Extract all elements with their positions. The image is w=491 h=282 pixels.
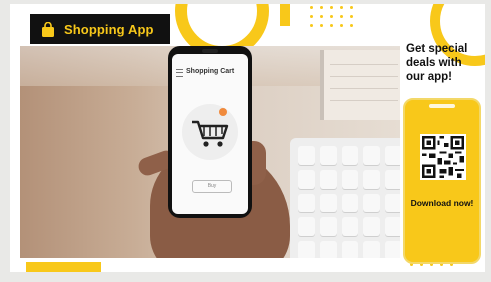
phone-mockup: Shopping Cart Buy: [168, 46, 252, 218]
shopping-bag-icon: [42, 21, 54, 37]
shopping-cart-icon: [192, 120, 229, 147]
decor-dots-top: [310, 6, 354, 27]
notebook: [320, 50, 400, 120]
keyboard: [290, 138, 400, 258]
phone-notch: [202, 49, 218, 53]
download-card[interactable]: Download now!: [403, 98, 481, 264]
hero-photo: Shopping Cart Buy: [20, 46, 400, 258]
download-label[interactable]: Download now!: [405, 198, 479, 209]
brand-name: Shopping App: [64, 21, 154, 37]
qr-code: [420, 134, 466, 180]
mock-notch: [429, 104, 455, 108]
promo-headline: Get special deals with our app!: [406, 43, 468, 83]
menu-icon: [176, 69, 183, 77]
cart-count-badge: [219, 108, 227, 116]
banner-frame: Shopping App Shopping Cart Buy Get speci…: [10, 4, 485, 272]
phone-screen: Shopping Cart Buy: [172, 54, 248, 214]
decor-bar-top: [280, 4, 290, 26]
cart-title: Shopping Cart: [186, 68, 235, 75]
cart-circle: [182, 104, 238, 160]
brand-badge: Shopping App: [30, 14, 170, 44]
decor-bar-bottom: [26, 262, 101, 272]
buy-button[interactable]: Buy: [192, 180, 232, 193]
qr-code-icon: [420, 134, 466, 180]
